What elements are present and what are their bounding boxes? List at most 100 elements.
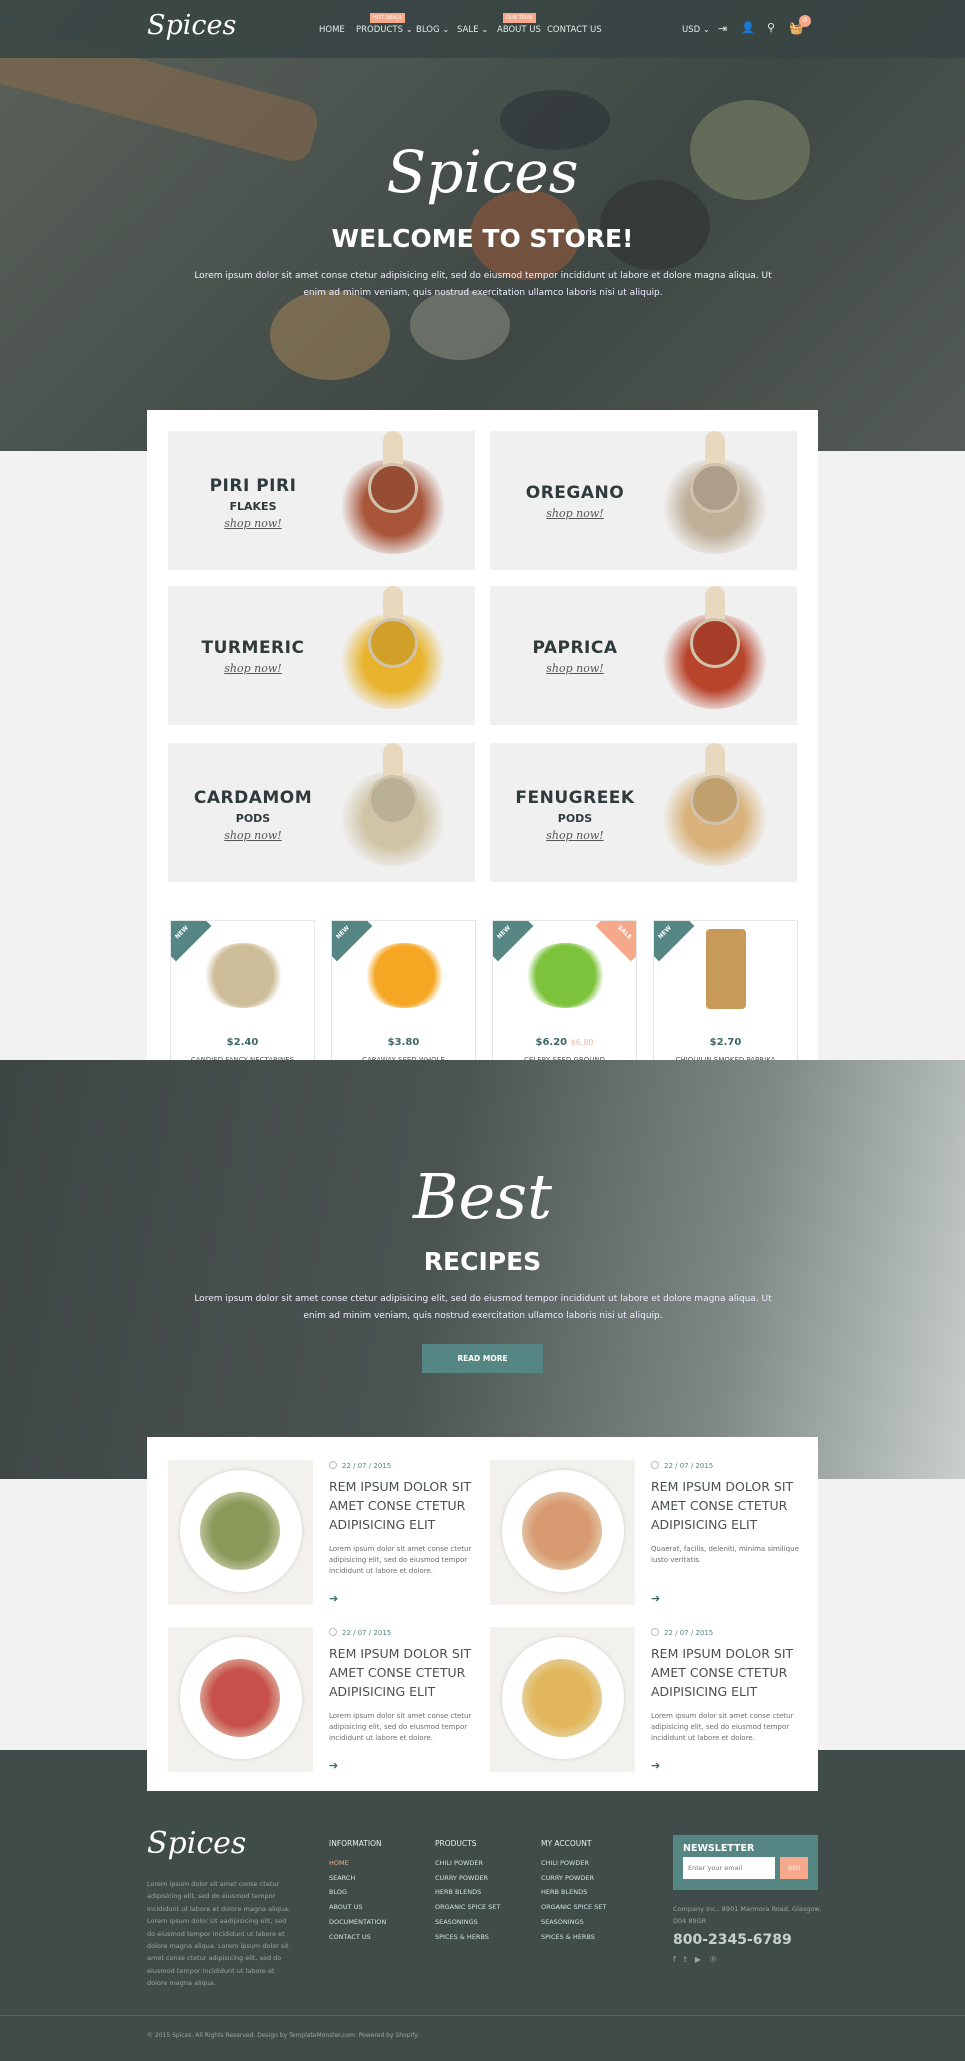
hero-script-title: Spices (386, 138, 579, 206)
arrow-right-icon[interactable]: ➔ (651, 1592, 660, 1605)
food-image (522, 1659, 602, 1737)
footer-links: CHILI POWDER CURRY POWDER HERB BLENDS ORGAN… (435, 1856, 500, 1944)
logo[interactable]: Spices (147, 10, 236, 41)
nav-contact-us[interactable]: CONTACT US (547, 25, 602, 35)
login-icon[interactable]: ⇥ (718, 22, 727, 35)
shop-now-link[interactable]: shop now! (490, 507, 660, 520)
post-title[interactable]: REM IPSUM DOLOR SIT AMET CONSE CTETUR AD… (651, 1477, 811, 1534)
chevron-down-icon: ⌄ (405, 25, 413, 35)
category-sub: PODS (235, 812, 271, 825)
category-tile[interactable]: TURMERIC shop now! (168, 586, 475, 725)
product-card[interactable]: NEW SALE $6.20 $6.80 CELERY SEED GROUND (492, 920, 637, 1080)
arrow-right-icon[interactable]: ➔ (329, 1592, 338, 1605)
product-image[interactable] (706, 929, 746, 1009)
newsletter-title: NEWSLETTER (683, 1843, 755, 1854)
user-add-icon[interactable]: 👤 (741, 21, 755, 34)
blog-post: 22 / 07 / 2015 REM IPSUM DOLOR SIT AMET … (490, 1460, 812, 1605)
category-tile[interactable]: PIRI PIRI FLAKES shop now! (168, 431, 475, 570)
footer-link[interactable]: CURRY POWDER (541, 1871, 606, 1886)
post-title[interactable]: REM IPSUM DOLOR SIT AMET CONSE CTETUR AD… (329, 1644, 489, 1701)
footer-link[interactable]: CHILI POWDER (435, 1856, 500, 1871)
category-name: PIRI PIRI (209, 476, 297, 496)
new-ribbon (493, 921, 534, 962)
currency-selector[interactable]: USD ⌄ (682, 25, 710, 35)
footer-link[interactable]: BLOG (329, 1885, 386, 1900)
footer-link[interactable]: HERB BLENDS (541, 1885, 606, 1900)
sale-ribbon (595, 921, 636, 962)
post-image[interactable] (168, 1460, 313, 1605)
price-current: $3.80 (387, 1037, 420, 1048)
nav-products[interactable]: PRODUCTS ⌄ (356, 25, 413, 35)
footer-link[interactable]: ORGANIC SPICE SET (541, 1900, 606, 1915)
footer-link[interactable]: ABOUT US (329, 1900, 386, 1915)
footer-link[interactable]: CURRY POWDER (435, 1871, 500, 1886)
category-tile[interactable]: OREGANO shop now! (490, 431, 797, 570)
post-title[interactable]: REM IPSUM DOLOR SIT AMET CONSE CTETUR AD… (651, 1644, 811, 1701)
footer-links: HOME SEARCH BLOG ABOUT US DOCUMENTATION CONTA… (329, 1856, 386, 1944)
nav-about-us[interactable]: ABOUT US (497, 25, 541, 35)
blog-post: 22 / 07 / 2015 REM IPSUM DOLOR SIT AMET … (490, 1627, 812, 1772)
hero-title: WELCOME TO STORE! (331, 224, 634, 253)
footer-link[interactable]: SEARCH (329, 1871, 386, 1886)
clock-icon (329, 1628, 337, 1636)
blog-panel: 22 / 07 / 2015 REM IPSUM DOLOR SIT AMET … (147, 1437, 818, 1791)
product-card[interactable]: NEW $3.80 CARAWAY SEED WHOLE (331, 920, 476, 1080)
product-image[interactable] (201, 943, 286, 1008)
youtube-icon[interactable]: ▶ (695, 1955, 709, 1964)
twitter-icon[interactable]: t (684, 1955, 695, 1964)
category-tile[interactable]: CARDAMOM PODS shop now! (168, 743, 475, 882)
post-date: 22 / 07 / 2015 (329, 1628, 489, 1637)
nav-sale[interactable]: SALE ⌄ (457, 25, 488, 35)
category-tile[interactable]: FENUGREEK PODS shop now! (490, 743, 797, 882)
post-excerpt: Lorem ipsum dolor sit amet conse ctetur … (329, 1712, 472, 1742)
post-date: 22 / 07 / 2015 (651, 1461, 811, 1470)
new-ribbon (171, 921, 212, 962)
spoon-bowl-image (368, 618, 418, 668)
footer-link[interactable]: SEASONINGS (435, 1915, 500, 1930)
shop-now-link[interactable]: shop now! (168, 829, 338, 842)
spoon-bowl-image (690, 618, 740, 668)
post-image[interactable] (168, 1627, 313, 1772)
footer-column-title: PRODUCTS (435, 1839, 477, 1848)
footer-link[interactable]: HERB BLENDS (435, 1885, 500, 1900)
nav-blog[interactable]: BLOG ⌄ (416, 25, 449, 35)
shop-now-link[interactable]: shop now! (168, 662, 338, 675)
footer-link[interactable]: SEASONINGS (541, 1915, 606, 1930)
product-image[interactable] (523, 943, 608, 1008)
arrow-right-icon[interactable]: ➔ (329, 1759, 338, 1772)
post-image[interactable] (490, 1627, 635, 1772)
spoon-bowl-image (690, 775, 740, 825)
our-team-badge: OUR TEAM (503, 13, 536, 23)
footer-link[interactable]: CHILI POWDER (541, 1856, 606, 1871)
newsletter-email-input[interactable] (683, 1857, 775, 1879)
footer-link[interactable]: SPICES & HERBS (435, 1930, 500, 1945)
footer-link[interactable]: ORGANIC SPICE SET (435, 1900, 500, 1915)
shop-now-link[interactable]: shop now! (490, 662, 660, 675)
post-title[interactable]: REM IPSUM DOLOR SIT AMET CONSE CTETUR AD… (329, 1477, 489, 1534)
footer-column-title: MY ACCOUNT (541, 1839, 592, 1848)
food-image (200, 1492, 280, 1570)
pinterest-icon[interactable]: ℗ (709, 1955, 725, 1964)
arrow-right-icon[interactable]: ➔ (651, 1759, 660, 1772)
footer-link[interactable]: HOME (329, 1856, 386, 1871)
shop-now-link[interactable]: shop now! (490, 829, 660, 842)
category-name: OREGANO (525, 483, 625, 503)
product-card[interactable]: NEW $2.40 CANDIED FANCY NECTARINES (170, 920, 315, 1080)
facebook-icon[interactable]: f (673, 1955, 684, 1964)
footer-link[interactable]: DOCUMENTATION (329, 1915, 386, 1930)
read-more-button[interactable]: READ MORE (422, 1344, 543, 1373)
price-current: $2.40 (226, 1037, 259, 1048)
newsletter-go-button[interactable]: GO! (780, 1857, 808, 1879)
product-image[interactable] (362, 943, 447, 1008)
footer-link[interactable]: SPICES & HERBS (541, 1930, 606, 1945)
category-tile[interactable]: PAPRICA shop now! (490, 586, 797, 725)
nav-home[interactable]: HOME (319, 25, 345, 35)
recipes-text: Lorem ipsum dolor sit amet conse ctetur … (194, 1294, 772, 1321)
product-card[interactable]: NEW $2.70 CHIQUILIN SMOKED PAPRIKA (653, 920, 798, 1080)
shop-now-link[interactable]: shop now! (168, 517, 338, 530)
footer-link[interactable]: CONTACT US (329, 1930, 386, 1945)
footer-links: CHILI POWDER CURRY POWDER HERB BLENDS ORGAN… (541, 1856, 606, 1944)
search-icon[interactable]: ⚲ (767, 21, 775, 34)
social-links: ft▶℗ (673, 1955, 725, 1964)
post-image[interactable] (490, 1460, 635, 1605)
